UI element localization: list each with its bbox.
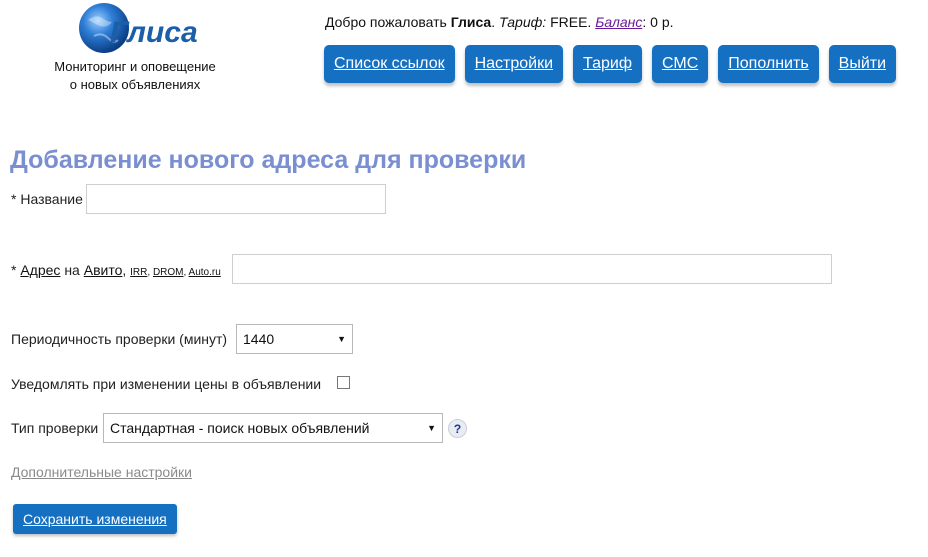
- site-autoru-link[interactable]: Auto.ru: [189, 267, 221, 278]
- site-drom-link[interactable]: DROM: [153, 267, 184, 278]
- welcome-greeting: Добро пожаловать: [325, 14, 451, 30]
- type-select[interactable]: Стандартная - поиск новых объявлений ▼: [103, 413, 443, 443]
- tariff-value: FREE.: [546, 14, 596, 30]
- period-label: Периодичность проверки (минут): [11, 331, 228, 347]
- main-nav: Список ссылок Настройки Тариф СМС Пополн…: [324, 45, 906, 83]
- name-input[interactable]: [86, 184, 386, 214]
- balance-value: : 0 р.: [642, 14, 674, 30]
- notify-checkbox[interactable]: [337, 376, 350, 389]
- type-value: Стандартная - поиск новых объявлений: [110, 420, 370, 436]
- nav-tariff-button[interactable]: Тариф: [573, 45, 642, 83]
- tagline: Мониторинг и оповещение о новых объявлен…: [40, 58, 230, 94]
- name-label: * Название: [11, 191, 83, 207]
- site-avito-link[interactable]: Авито: [84, 262, 123, 278]
- tagline-line1: Мониторинг и оповещение: [54, 59, 216, 74]
- chevron-down-icon: ▼: [337, 334, 346, 344]
- welcome-user: Глиса: [450, 14, 492, 30]
- nav-logout-button[interactable]: Выйти: [828, 45, 897, 83]
- address-help-link[interactable]: Адрес: [20, 262, 60, 278]
- site-irr-link[interactable]: IRR: [130, 267, 147, 278]
- chevron-down-icon: ▼: [427, 423, 436, 433]
- nav-sms-button[interactable]: СМС: [652, 45, 709, 83]
- period-value: 1440: [243, 331, 275, 347]
- save-button[interactable]: Сохранить изменения: [13, 504, 177, 534]
- tagline-line2: о новых объявлениях: [69, 77, 201, 92]
- type-label: Тип проверки: [11, 420, 99, 436]
- address-label: * Адрес на Авито, IRR, DROM, Auto.ru: [11, 262, 221, 278]
- address-prefix: *: [11, 262, 21, 278]
- address-on: на: [60, 262, 84, 278]
- page-title: Добавление нового адреса для проверки: [10, 146, 527, 174]
- nav-topup-button[interactable]: Пополнить: [718, 45, 819, 83]
- welcome-bar: Добро пожаловать Глиса. Тариф: FREE. Бал…: [325, 14, 674, 30]
- tariff-label: Тариф:: [499, 14, 547, 30]
- help-icon[interactable]: ?: [448, 419, 467, 438]
- logo-text: Глиса: [110, 16, 198, 49]
- balance-link[interactable]: Баланс: [595, 14, 642, 30]
- address-input[interactable]: [232, 254, 832, 284]
- logo[interactable]: Глиса: [78, 2, 208, 54]
- extra-settings-link[interactable]: Дополнительные настройки: [11, 464, 192, 480]
- nav-links-button[interactable]: Список ссылок: [324, 45, 455, 83]
- nav-settings-button[interactable]: Настройки: [464, 45, 564, 83]
- notify-label: Уведомлять при изменении цены в объявлен…: [11, 376, 322, 392]
- period-select[interactable]: 1440 ▼: [236, 324, 353, 354]
